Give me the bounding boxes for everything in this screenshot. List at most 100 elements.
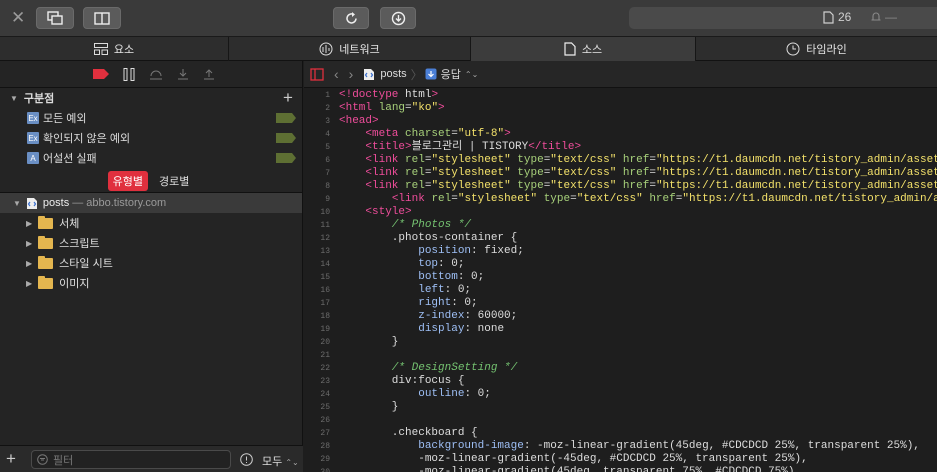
line-number[interactable]: 28 [304,440,330,453]
resource-tree: ▼ posts — abbo.tistory.com ▶ 서체 ▶ 스크립트 ▶… [0,193,302,293]
code-text: } [339,401,399,413]
code-line: 4 <meta charset="utf-8"> [304,128,937,141]
code-text: } [339,336,399,348]
group-by-toggle: 유형별 경로별 [0,170,302,193]
document-page-icon [364,68,375,80]
code-text: <link rel="stylesheet" type="text/css" h… [391,193,937,205]
disclosure-triangle-icon[interactable]: ▶ [26,239,32,248]
step-out-icon[interactable] [203,68,215,81]
folder-icon [38,215,54,229]
line-number[interactable]: 15 [304,271,330,284]
breakpoint-assertion-failures[interactable]: A 어설션 실패 [0,148,302,168]
tab-sources-label: 소스 [581,44,603,56]
tab-timelines[interactable]: 타임라인 [696,37,937,61]
network-icon [319,42,333,56]
line-number[interactable]: 25 [304,401,330,414]
line-number[interactable]: 27 [304,427,330,440]
tree-folder-images[interactable]: ▶ 이미지 [0,273,302,293]
line-number[interactable]: 10 [304,206,330,219]
breakpoint-flag-icon[interactable] [276,153,296,163]
tree-folder-stylesheets[interactable]: ▶ 스타일 시트 [0,253,302,273]
code-text: -moz-linear-gradient(-45deg, #CDCDCD 25%… [339,453,808,465]
tab-elements-label: 요소 [113,44,135,56]
detach-window-button[interactable] [36,7,74,29]
disclosure-triangle-icon[interactable]: ▶ [26,279,32,288]
line-number[interactable]: 12 [304,232,330,245]
line-number[interactable]: 7 [304,167,330,180]
breakpoint-label: 모든 예외 [43,113,87,125]
dock-side-button[interactable] [83,7,121,29]
line-number[interactable]: 22 [304,362,330,375]
breakpoint-uncaught-exceptions[interactable]: Ex 확인되지 않은 예외 [0,128,302,148]
line-number[interactable]: 14 [304,258,330,271]
line-number[interactable]: 21 [304,349,330,362]
tab-elements[interactable]: 요소 [0,37,229,61]
add-breakpoint-icon[interactable]: + [283,88,293,108]
disclosure-triangle-icon[interactable]: ▶ [26,219,32,228]
line-number[interactable]: 23 [304,375,330,388]
path-component-file[interactable]: posts [363,68,407,81]
add-icon[interactable]: + [6,449,16,469]
line-number[interactable]: 3 [304,115,330,128]
download-button[interactable] [380,7,416,29]
pause-icon[interactable] [123,67,135,81]
disclosure-triangle-icon[interactable]: ▼ [10,94,18,103]
breakpoints-section-header[interactable]: ▼ 구분점 + [0,88,302,108]
step-into-icon[interactable] [177,68,189,81]
breakpoint-flag-icon[interactable] [276,113,296,123]
group-by-type-button[interactable]: 유형별 [107,171,148,191]
line-number[interactable]: 6 [304,154,330,167]
breakpoints-toggle-icon[interactable] [93,69,109,79]
line-number[interactable]: 2 [304,102,330,115]
source-viewer: ‹ › posts 〉 응답 ⌃⌄ 1 <!doctype html> 2 <html… [304,61,937,472]
line-number[interactable]: 24 [304,388,330,401]
sidebar-toggle-icon[interactable] [310,67,324,81]
tree-root-posts[interactable]: ▼ posts — abbo.tistory.com [0,193,302,213]
line-number[interactable]: 8 [304,180,330,193]
code-line: 15 bottom: 0; [304,271,937,284]
close-icon[interactable]: ✕ [11,8,25,28]
line-number[interactable]: 1 [304,89,330,102]
console-warnings[interactable]: — [870,10,897,24]
response-label: 응답 [440,69,461,81]
disclosure-triangle-icon[interactable]: ▶ [26,259,32,268]
filter-placeholder: 필터 [53,454,74,467]
line-number[interactable]: 13 [304,245,330,258]
tab-network[interactable]: 네트워크 [229,37,471,61]
code-line: 28 background-image: -moz-linear-gradien… [304,440,937,453]
line-number[interactable]: 16 [304,284,330,297]
line-number[interactable]: 5 [304,141,330,154]
path-component-response[interactable]: 응답 ⌃⌄ [425,66,478,82]
tree-folder-fonts[interactable]: ▶ 서체 [0,213,302,233]
code-text: <link rel="stylesheet" type="text/css" h… [365,167,937,179]
line-number[interactable]: 18 [304,310,330,323]
breakpoint-all-exceptions[interactable]: Ex 모든 예외 [0,108,302,128]
scope-select[interactable]: 모두 ⌃⌄ [262,453,299,469]
line-number[interactable]: 26 [304,414,330,427]
line-number[interactable]: 30 [304,466,330,472]
tab-sources[interactable]: 소스 [471,37,696,61]
code-editor[interactable]: 1 <!doctype html> 2 <html lang="ko"> 3 <head>… [304,89,937,472]
line-number[interactable]: 17 [304,297,330,310]
debugger-toolbar [0,61,302,88]
disclosure-triangle-icon[interactable]: ▼ [13,199,21,208]
filter-input[interactable]: 필터 [31,450,231,469]
reload-button[interactable] [333,7,369,29]
step-over-icon[interactable] [149,68,163,81]
info-icon[interactable] [240,453,253,466]
line-number[interactable]: 9 [304,193,330,206]
tree-folder-scripts[interactable]: ▶ 스크립트 [0,233,302,253]
folder-label: 서체 [59,218,80,230]
back-icon[interactable]: ‹ [334,66,339,82]
forward-icon[interactable]: › [349,66,354,82]
line-number[interactable]: 4 [304,128,330,141]
line-number[interactable]: 11 [304,219,330,232]
line-number[interactable]: 19 [304,323,330,336]
web-inspector-window: ✕ 26 — 요소 네트워크 소스 타임라인 ▼ 구분점 + Ex 모든 예외 … [0,0,937,472]
breakpoint-flag-icon[interactable] [276,133,296,143]
group-by-path-button[interactable]: 경로별 [154,171,194,191]
line-number[interactable]: 29 [304,453,330,466]
tab-bar: 요소 네트워크 소스 타임라인 [0,37,937,61]
resource-count[interactable]: 26 [823,10,851,24]
line-number[interactable]: 20 [304,336,330,349]
